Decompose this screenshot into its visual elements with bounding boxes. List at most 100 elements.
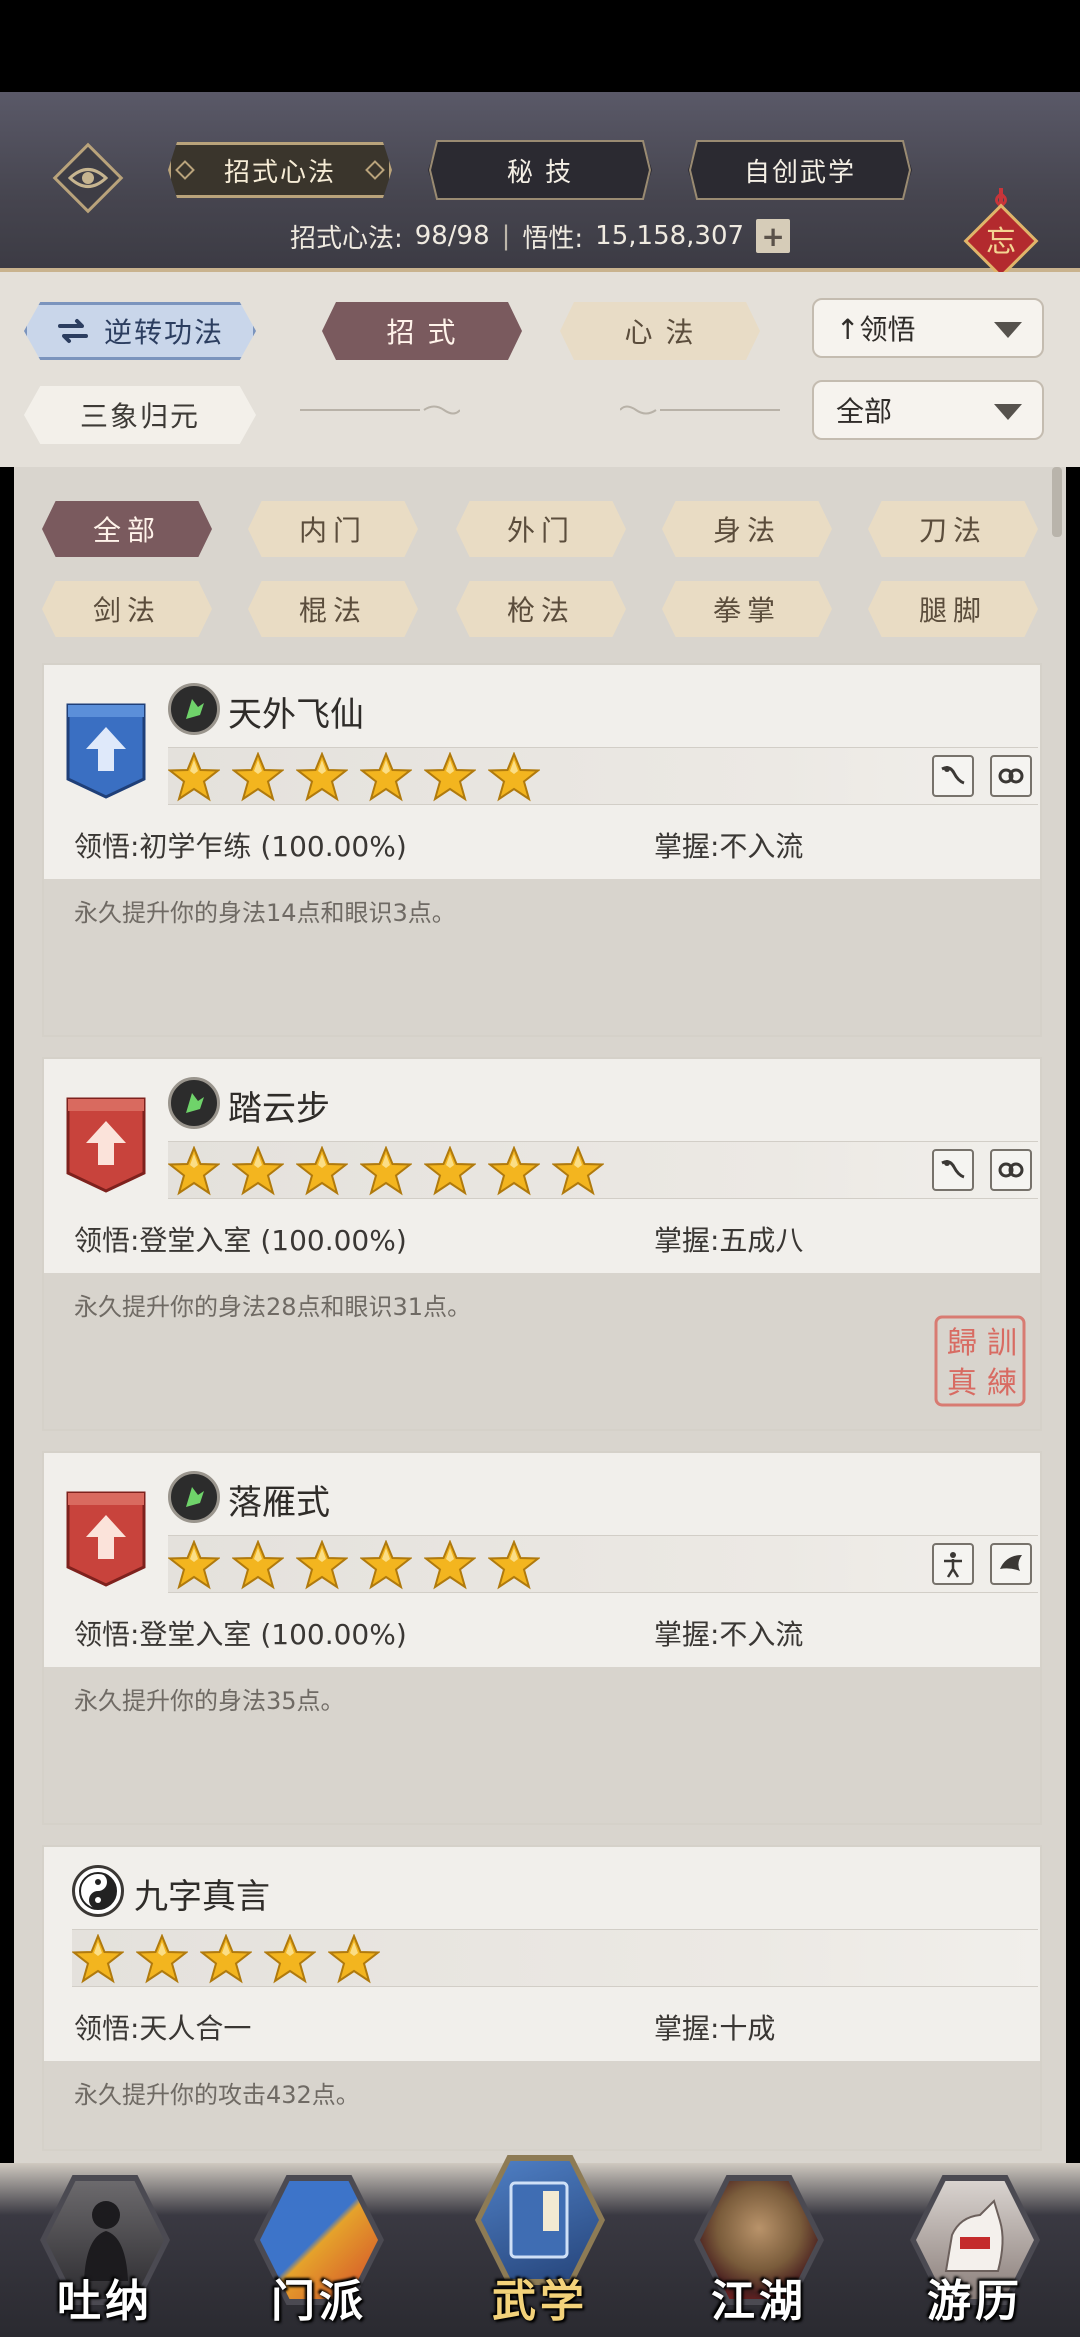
nav-jianghu[interactable]: 江湖 [684, 2163, 834, 2337]
chevron-down-icon [994, 404, 1022, 420]
mastery-level: 掌握:十成 [654, 2012, 776, 2045]
skill-name: 九字真言 [134, 1877, 270, 1917]
reverse-technique-label: 逆转功法 [103, 316, 224, 349]
nav-martial-arts[interactable]: 武学 [465, 2143, 615, 2327]
star-icon [168, 1146, 220, 1196]
decorative-line-right [620, 405, 780, 415]
skill-name: 天外飞仙 [228, 695, 364, 735]
skill-card[interactable]: 天外飞仙 领悟:初学乍练 (100.00%) 掌握:不入流 永久提升你的身法14… [42, 663, 1042, 1037]
star-icon [488, 1540, 540, 1590]
skill-name: 踏云步 [228, 1089, 330, 1129]
sort-dropdown-value: ↑领悟 [836, 313, 916, 346]
skill-card[interactable]: 踏云步 领悟:登堂入室 (100.00%) 掌握:五成八 永久提升你的身法28点… [42, 1057, 1042, 1431]
tab-mind-label: 心 法 [624, 316, 696, 349]
chevron-down-icon [994, 322, 1022, 338]
mastery-level: 掌握:五成八 [654, 1224, 804, 1257]
bottom-navigation: 吐纳 门派 武学 江湖 游历 [0, 2155, 1080, 2337]
movement-skill-icon [168, 1077, 220, 1129]
header-stats: 招式心法: 98/98 | 悟性: 15,158,307 + [0, 216, 1080, 256]
star-icon [168, 1540, 220, 1590]
skill-card[interactable]: 九字真言 领悟:天人合一 掌握:十成 永久提升你的攻击432点。 [42, 1845, 1042, 2151]
star-rating [168, 747, 1038, 805]
category-kick[interactable]: 腿脚 [868, 581, 1038, 637]
top-header: 招式心法 秘 技 自创武学 招式心法: 98/98 | 悟性: 15,158,3… [0, 92, 1080, 340]
star-icon [72, 1934, 124, 1984]
star-icon [200, 1934, 252, 1984]
category-blade[interactable]: 刀法 [868, 501, 1038, 557]
tab-moves-mind[interactable]: 招式心法 [168, 142, 392, 198]
moves-count-label: 招式心法: [289, 223, 403, 254]
description-area: 永久提升你的攻击432点。 [44, 2061, 1040, 2149]
category-staff[interactable]: 棍法 [248, 581, 418, 637]
reverse-technique-button[interactable]: 逆转功法 [24, 302, 256, 360]
tab-secret-skills[interactable]: 秘 技 [428, 142, 652, 198]
category-fist[interactable]: 拳掌 [662, 581, 832, 637]
category-movement[interactable]: 身法 [662, 501, 832, 557]
category-spear[interactable]: 枪法 [456, 581, 626, 637]
category-all[interactable]: 全部 [42, 501, 212, 557]
rank-badge-red-icon [66, 1491, 146, 1587]
star-icon [552, 1146, 604, 1196]
comprehension-level: 领悟:初学乍练 (100.00%) [74, 830, 407, 863]
comprehension-level: 领悟:登堂入室 (100.00%) [74, 1618, 407, 1651]
nav-breathing[interactable]: 吐纳 [30, 2163, 180, 2337]
weapon-type-icon [932, 755, 974, 797]
scrollbar[interactable] [1052, 467, 1062, 537]
merge-button[interactable]: 三象归元 [24, 386, 256, 444]
decorative-line-left [300, 405, 460, 415]
stars-row [168, 1146, 604, 1196]
description-area: 永久提升你的身法14点和眼识3点。 [44, 879, 1040, 1035]
star-icon [296, 1540, 348, 1590]
category-outer[interactable]: 外门 [456, 501, 626, 557]
add-comprehension-button[interactable]: + [756, 219, 791, 253]
eye-toggle-button[interactable] [52, 142, 124, 214]
svg-text:真: 真 [947, 1366, 977, 1401]
skill-list-panel: 全部 内门 外门 身法 刀法 剑法 棍法 枪法 拳掌 腿脚 天外飞仙 领悟:初学… [14, 467, 1066, 2163]
star-icon [424, 1146, 476, 1196]
tab-moves-label: 招 式 [386, 316, 458, 349]
skill-description: 永久提升你的身法14点和眼识3点。 [74, 899, 456, 927]
star-icon [296, 752, 348, 802]
skill-description: 永久提升你的攻击432点。 [74, 2081, 360, 2109]
star-icon [328, 1934, 380, 1984]
yin-yang-icon [72, 1865, 124, 1917]
nav-travel[interactable]: 游历 [900, 2163, 1050, 2337]
skill-description: 永久提升你的身法35点。 [74, 1687, 345, 1715]
tab-moves[interactable]: 招 式 [322, 302, 522, 360]
category-dropdown[interactable]: 全部 [812, 380, 1044, 440]
effect-type-icon [990, 755, 1032, 797]
red-seal-stamp-icon: 訓 練 歸 真 [934, 1315, 1026, 1407]
tab-mind[interactable]: 心 法 [560, 302, 760, 360]
nav-label: 门派 [271, 2276, 367, 2327]
star-icon [360, 1540, 412, 1590]
stars-row [168, 752, 540, 802]
star-rating [168, 1535, 1038, 1593]
comprehension-level: 领悟:登堂入室 (100.00%) [74, 1224, 407, 1257]
nav-label: 游历 [927, 2276, 1023, 2327]
nav-sect[interactable]: 门派 [244, 2163, 394, 2337]
sort-dropdown[interactable]: ↑领悟 [812, 298, 1044, 358]
comprehension-value: 15,158,307 [595, 221, 745, 251]
knot-character: 忘 [986, 225, 1016, 260]
category-filter-grid: 全部 内门 外门 身法 刀法 剑法 棍法 枪法 拳掌 腿脚 [14, 497, 1066, 637]
category-sword[interactable]: 剑法 [42, 581, 212, 637]
tab-custom-martial-arts[interactable]: 自创武学 [688, 142, 912, 198]
skill-card[interactable]: 落雁式 领悟:登堂入室 (100.00%) 掌握:不入流 永久提升你的身法35点… [42, 1451, 1042, 1825]
category-dropdown-value: 全部 [836, 395, 893, 428]
movement-skill-icon [168, 683, 220, 735]
svg-text:歸: 歸 [947, 1326, 977, 1361]
star-icon [264, 1934, 316, 1984]
star-icon [232, 1540, 284, 1590]
star-icon [424, 752, 476, 802]
nav-label: 吐纳 [57, 2276, 153, 2327]
nav-label: 江湖 [711, 2276, 807, 2327]
filter-area: 逆转功法 招 式 心 法 ↑领悟 三象归元 全部 [0, 272, 1080, 467]
rank-badge-blue-icon [66, 703, 146, 799]
mastery-level: 掌握:不入流 [654, 830, 804, 863]
star-icon [488, 752, 540, 802]
description-area: 永久提升你的身法35点。 [44, 1667, 1040, 1823]
swap-arrows-icon [57, 319, 88, 343]
description-area: 永久提升你的身法28点和眼识31点。 [44, 1273, 1040, 1429]
category-inner[interactable]: 内门 [248, 501, 418, 557]
star-icon [360, 752, 412, 802]
